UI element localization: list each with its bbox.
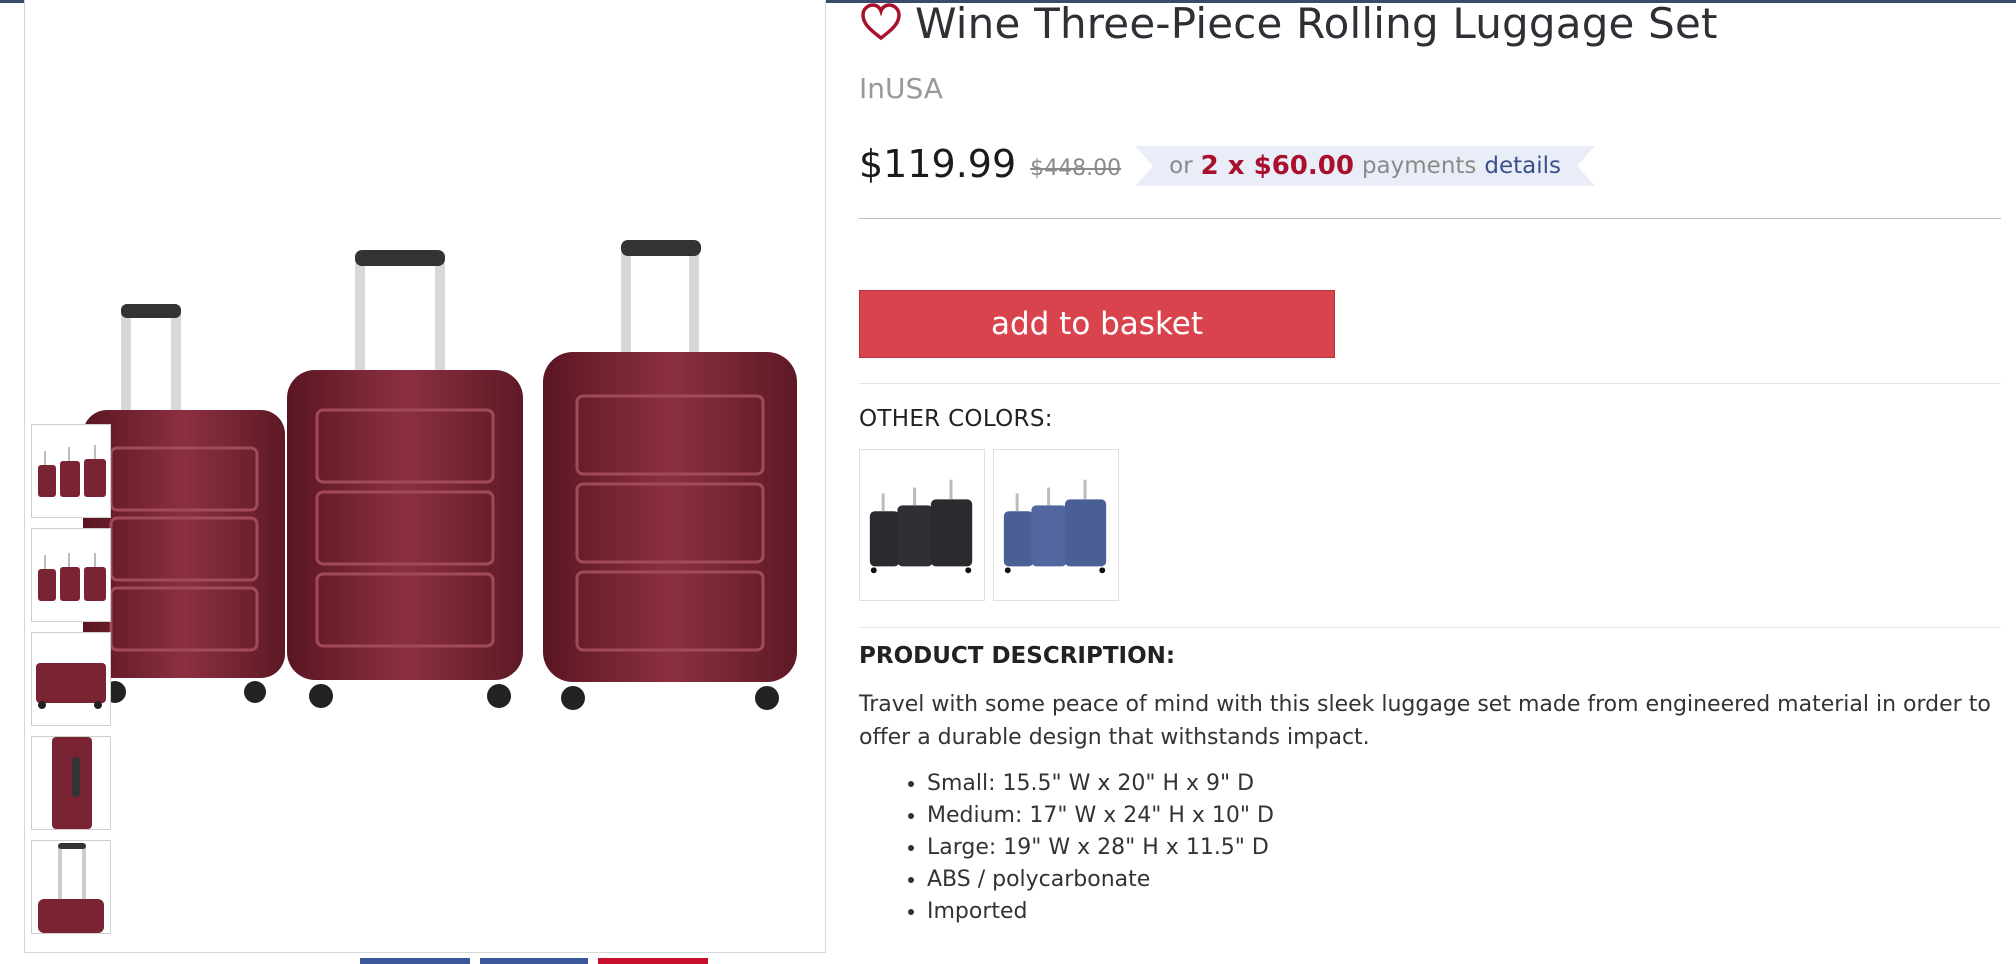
- thumbnail-strip: [31, 424, 113, 944]
- description-text: Travel with some peace of mind with this…: [859, 692, 1991, 750]
- product-title: Wine Three-Piece Rolling Luggage Set: [915, 0, 1718, 48]
- small-suitcase: [83, 304, 285, 703]
- feature-item: Small: 15.5" W x 20" H x 9" D: [927, 768, 1274, 800]
- price-row: $119.99 $448.00 or 2 x $60.00 payments d…: [859, 138, 1595, 190]
- title-row: Wine Three-Piece Rolling Luggage Set: [859, 0, 1718, 48]
- sale-price: $119.99: [859, 142, 1017, 186]
- other-colors-heading: OTHER COLORS:: [859, 406, 1053, 432]
- share-facebook-button[interactable]: [360, 958, 470, 964]
- thumbnail-3[interactable]: [31, 632, 111, 726]
- feature-item: ABS / polycarbonate: [927, 864, 1274, 896]
- main-product-image[interactable]: [25, 0, 825, 952]
- feature-item: Large: 19" W x 28" H x 11.5" D: [927, 832, 1274, 864]
- color-swatch-blue[interactable]: [993, 449, 1119, 601]
- thumbnail-5[interactable]: [31, 840, 111, 934]
- large-suitcase: [543, 240, 797, 710]
- medium-suitcase: [287, 250, 523, 708]
- share-twitter-button[interactable]: [480, 958, 588, 964]
- brand-name[interactable]: InUSA: [859, 72, 943, 105]
- share-pinterest-button[interactable]: [598, 958, 708, 964]
- payment-amount: 2 x $60.00: [1200, 151, 1354, 181]
- payment-details-link[interactable]: details: [1484, 153, 1561, 179]
- thumbnail-2[interactable]: [31, 528, 111, 622]
- feature-item: Medium: 17" W x 24" H x 10" D: [927, 800, 1274, 832]
- thumbnail-1[interactable]: [31, 424, 111, 518]
- feature-list: Small: 15.5" W x 20" H x 9" D Medium: 17…: [859, 768, 1274, 928]
- payment-prefix: or: [1169, 153, 1193, 179]
- payment-banner: or 2 x $60.00 payments details: [1135, 146, 1595, 186]
- description-heading: PRODUCT DESCRIPTION:: [859, 643, 1176, 669]
- thumbnail-4[interactable]: [31, 736, 111, 830]
- color-swatch-black[interactable]: [859, 449, 985, 601]
- divider: [859, 627, 2001, 628]
- payment-word: payments: [1361, 153, 1477, 179]
- heart-icon[interactable]: [859, 1, 903, 45]
- original-price: $448.00: [1030, 155, 1122, 181]
- feature-item: Imported: [927, 896, 1274, 928]
- divider: [859, 383, 2001, 384]
- add-to-basket-button[interactable]: add to basket: [859, 290, 1335, 358]
- product-gallery: [24, 0, 826, 953]
- divider: [859, 218, 2001, 219]
